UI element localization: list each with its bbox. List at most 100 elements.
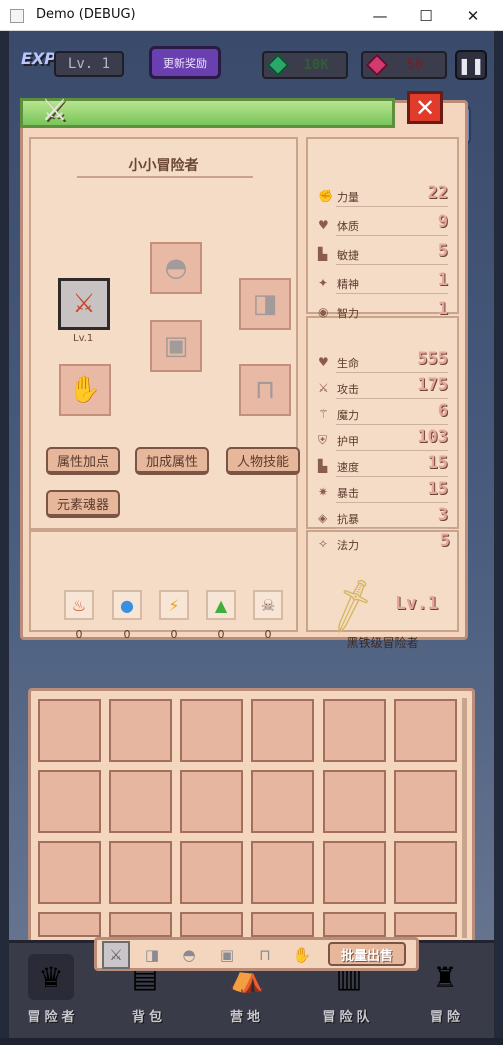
inventory-slot[interactable]	[109, 912, 172, 937]
inventory-scrollbar[interactable]	[462, 698, 467, 938]
earth-element[interactable]: ▲	[206, 590, 236, 620]
window-bottom-edge	[0, 1038, 503, 1045]
inventory-slot[interactable]	[323, 699, 386, 762]
inventory-slot[interactable]	[180, 841, 243, 904]
filter-glove-tab[interactable]: ✋	[288, 941, 316, 969]
minimize-button[interactable]: —	[357, 0, 403, 31]
inventory-slot[interactable]	[323, 770, 386, 833]
inventory-slot[interactable]	[251, 841, 314, 904]
filter-weapon-tab[interactable]: ⚔	[102, 941, 130, 969]
fire-value: 0	[75, 628, 83, 641]
inventory-slot[interactable]	[251, 912, 314, 937]
inventory-slot[interactable]	[38, 912, 101, 937]
app-icon	[10, 9, 24, 23]
stat-value: 103	[417, 427, 448, 447]
shield-slot[interactable]: ◨	[239, 278, 291, 330]
stat-row-hp: ♥ 生命 555	[316, 349, 452, 373]
filter-pants-tab[interactable]: ⊓	[251, 941, 279, 969]
inventory-slot[interactable]	[38, 841, 101, 904]
maximize-button[interactable]: ☐	[403, 0, 449, 31]
inventory-slot[interactable]	[251, 699, 314, 762]
rank-level: Lv.1	[395, 593, 439, 614]
earth-value: 0	[217, 628, 225, 641]
glove-slot[interactable]: ✋	[59, 364, 111, 416]
fire-element[interactable]: ♨	[64, 590, 94, 620]
inventory-slot[interactable]	[394, 770, 457, 833]
helmet-slot[interactable]: ◓	[150, 242, 202, 294]
star-icon: ✦	[318, 276, 329, 290]
character-skills-button[interactable]: 人物技能	[226, 447, 300, 475]
weapon-level: Lv.1	[73, 333, 94, 344]
green-gem-counter: 10K	[262, 51, 348, 79]
dark-element[interactable]: ☠	[253, 590, 283, 620]
stat-row-mana: ✧ 法力 5	[316, 531, 454, 555]
stat-row-speed: ▙ 速度 15	[316, 453, 452, 477]
mana-icon: ✧	[318, 537, 329, 551]
water-icon: ●	[120, 595, 134, 615]
inventory-slot[interactable]	[180, 699, 243, 762]
adventurer-nav-icon[interactable]: ♛	[28, 954, 74, 1000]
inventory-slot[interactable]	[180, 912, 243, 937]
shield-icon: ◨	[252, 289, 278, 319]
dark-value: 0	[264, 628, 272, 641]
close-window-button[interactable]: ✕	[450, 0, 496, 31]
filter-armor-tab[interactable]: ◨	[138, 941, 166, 969]
stat-row-magic: ⚚ 魔力 6	[316, 401, 452, 425]
update-reward-button[interactable]: 更新奖励	[149, 46, 221, 79]
inventory-slot[interactable]	[323, 912, 386, 937]
inventory-slot[interactable]	[180, 770, 243, 833]
stat-label: 暴击	[337, 487, 359, 500]
fist-icon: ✊	[318, 189, 333, 203]
green-gem-value: 10K	[303, 57, 329, 73]
adventure-nav-icon[interactable]: ♜	[422, 954, 468, 1000]
stat-row-attack: ⚔ 攻击 175	[316, 375, 452, 399]
element-soul-button[interactable]: 元素魂器	[46, 490, 120, 518]
stat-row-constitution: ♥ 体质 9	[316, 212, 452, 236]
nav-adventurer[interactable]: 冒险者	[13, 1006, 93, 1025]
inventory-slot[interactable]	[394, 912, 457, 937]
brain-icon: ◉	[318, 305, 329, 319]
inventory-slot[interactable]	[109, 841, 172, 904]
right-editor-strip	[494, 31, 503, 1045]
nav-camp[interactable]: 营地	[207, 1006, 287, 1025]
attribute-points-button[interactable]: 属性加点	[46, 447, 120, 475]
stat-value: 5	[437, 241, 448, 261]
earth-icon: ▲	[214, 595, 228, 615]
stat-row-strength: ✊ 力量 22	[316, 183, 452, 207]
rank-title: 黑铁级冒险者	[346, 636, 419, 650]
stat-value: 1	[437, 270, 448, 290]
skull-icon: ☠	[260, 595, 276, 615]
inventory-slot[interactable]	[109, 699, 172, 762]
inventory-slot[interactable]	[323, 841, 386, 904]
filter-helmet-tab[interactable]: ◓	[175, 941, 203, 969]
resist-icon: ◈	[318, 511, 328, 525]
inventory-slot[interactable]	[38, 699, 101, 762]
pause-icon: ❚❚	[457, 55, 485, 75]
stat-underline	[336, 450, 448, 451]
panel-close-button[interactable]: ✕	[407, 91, 443, 124]
armor-icon: ▣	[163, 331, 189, 361]
nav-adventure[interactable]: 冒险	[407, 1006, 487, 1025]
inventory-slot[interactable]	[38, 770, 101, 833]
inventory-slot[interactable]	[251, 770, 314, 833]
pants-slot[interactable]: ⊓	[239, 364, 291, 416]
stat-label: 抗暴	[337, 513, 359, 526]
water-element[interactable]: ●	[112, 590, 142, 620]
inventory-slot[interactable]	[109, 770, 172, 833]
chest-icon: ▣	[219, 946, 235, 964]
lightning-element[interactable]: ⚡	[159, 590, 189, 620]
stat-row-agility: ▙ 敏捷 5	[316, 241, 452, 265]
inventory-slot[interactable]	[394, 699, 457, 762]
crit-icon: ✷	[318, 485, 329, 499]
filter-chest-tab[interactable]: ▣	[213, 941, 241, 969]
shield-icon: ⛨	[318, 433, 328, 447]
stat-label: 敏捷	[337, 249, 359, 262]
nav-team[interactable]: 冒险队	[308, 1006, 388, 1025]
bonus-attributes-button[interactable]: 加成属性	[135, 447, 209, 475]
weapon-slot[interactable]: ⚔	[58, 278, 110, 330]
nav-backpack[interactable]: 背包	[109, 1006, 189, 1025]
inventory-slot[interactable]	[394, 841, 457, 904]
armor-slot[interactable]: ▣	[150, 320, 202, 372]
pause-button[interactable]: ❚❚	[455, 50, 487, 80]
bulk-sell-button[interactable]: 批量出售	[328, 942, 406, 966]
